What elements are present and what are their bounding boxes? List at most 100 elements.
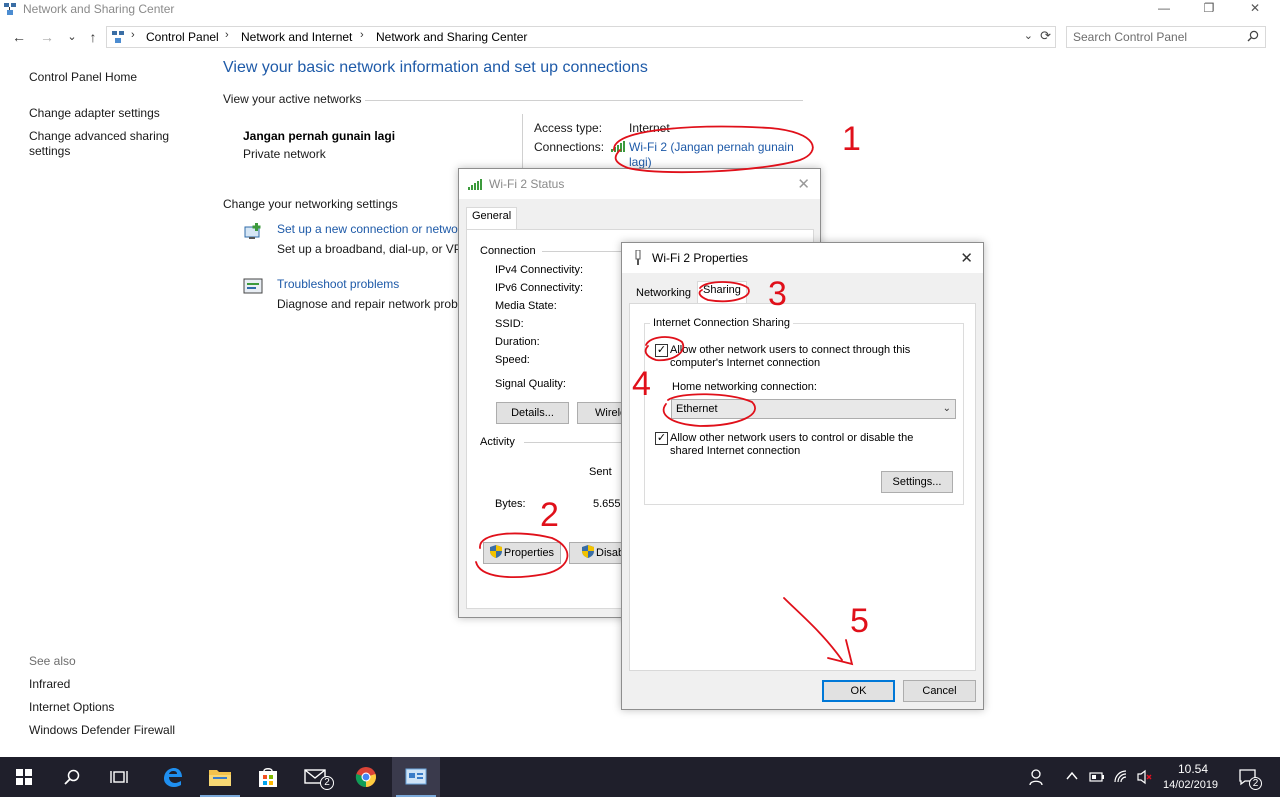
chevron-up-icon[interactable] bbox=[1066, 771, 1078, 781]
search-icon[interactable] bbox=[1247, 30, 1259, 42]
speed-label: Speed: bbox=[495, 354, 530, 366]
title-bar: Network and Sharing Center — ❐ ✕ bbox=[0, 0, 1280, 18]
edge-taskbar-button[interactable] bbox=[148, 757, 196, 797]
settings-button[interactable]: Settings... bbox=[881, 471, 953, 493]
see-also-header: See also bbox=[29, 654, 76, 668]
allow-control-checkbox[interactable]: ✓ bbox=[655, 432, 668, 445]
close-button[interactable]: ✕ bbox=[1232, 0, 1278, 18]
mail-badge: 2 bbox=[320, 776, 334, 790]
wifi-connection-link[interactable]: Wi-Fi 2 (Jangan pernah gunain bbox=[629, 140, 794, 154]
network-name: Jangan pernah gunain lagi bbox=[243, 129, 396, 143]
wifi-connection-link-continued[interactable]: lagi) bbox=[629, 155, 652, 169]
battery-icon[interactable] bbox=[1089, 771, 1105, 783]
task-view-icon bbox=[110, 771, 128, 783]
refresh-icon[interactable]: ⟳ bbox=[1040, 28, 1051, 44]
cancel-button[interactable]: Cancel bbox=[903, 680, 976, 702]
new-connection-icon bbox=[244, 223, 261, 239]
network-category[interactable]: Private network bbox=[243, 147, 326, 161]
troubleshoot-problems-description: Diagnose and repair network probl bbox=[277, 297, 461, 311]
breadcrumb-control-panel[interactable]: Control Panel bbox=[146, 30, 219, 44]
task-view-button[interactable] bbox=[96, 757, 144, 797]
sharing-panel: Internet Connection Sharing ✓ Allow othe… bbox=[629, 303, 976, 671]
search-input[interactable] bbox=[1073, 29, 1243, 45]
breadcrumb-separator: › bbox=[225, 29, 229, 41]
clock-date[interactable]: 14/02/2019 bbox=[1163, 779, 1218, 791]
restore-button[interactable]: ❐ bbox=[1186, 0, 1232, 18]
windows-defender-firewall-link[interactable]: Windows Defender Firewall bbox=[29, 723, 175, 738]
connection-header: Connection bbox=[480, 245, 536, 257]
notification-badge: 2 bbox=[1249, 777, 1262, 790]
taskbar: 2 2 bbox=[0, 757, 1280, 797]
connections-label: Connections: bbox=[534, 140, 605, 154]
duration-label: Duration: bbox=[495, 336, 540, 348]
window-title: Network and Sharing Center bbox=[23, 2, 175, 16]
close-icon[interactable]: ✕ bbox=[960, 249, 973, 267]
media-state-label: Media State: bbox=[495, 300, 557, 312]
ipv4-connectivity-label: IPv4 Connectivity: bbox=[495, 264, 584, 276]
shield-icon bbox=[489, 545, 502, 558]
internet-options-link[interactable]: Internet Options bbox=[29, 700, 114, 715]
folder-icon bbox=[209, 770, 231, 786]
chrome-icon bbox=[355, 767, 376, 788]
recent-locations-button[interactable]: ⌄ bbox=[63, 29, 81, 45]
dialog-title: Wi-Fi 2 Properties bbox=[652, 251, 749, 265]
troubleshoot-problems-link[interactable]: Troubleshoot problems bbox=[277, 277, 399, 291]
ok-button[interactable]: OK bbox=[822, 680, 895, 702]
breadcrumb-separator: › bbox=[131, 29, 135, 41]
store-taskbar-button[interactable] bbox=[244, 757, 292, 797]
properties-button[interactable]: Properties bbox=[483, 542, 561, 564]
breadcrumb-separator: › bbox=[360, 29, 364, 41]
forward-button[interactable]: → bbox=[38, 29, 56, 45]
dialog-title-bar: Wi-Fi 2 Status ✕ bbox=[459, 169, 820, 199]
address-dropdown-icon[interactable]: ⌄ bbox=[1024, 29, 1033, 42]
setup-new-connection-description: Set up a broadband, dial-up, or VP bbox=[277, 242, 462, 256]
dialog-title: Wi-Fi 2 Status bbox=[489, 177, 565, 191]
address-bar[interactable]: › Control Panel › Network and Internet ›… bbox=[106, 26, 1056, 48]
access-type-label: Access type: bbox=[534, 121, 603, 135]
change-advanced-sharing-settings-link[interactable]: Change advanced sharing settings bbox=[29, 129, 179, 159]
start-button[interactable] bbox=[0, 757, 48, 797]
control-panel-icon bbox=[405, 768, 427, 785]
volume-muted-icon[interactable] bbox=[1136, 769, 1154, 785]
infrared-link[interactable]: Infrared bbox=[29, 677, 70, 692]
network-adapter-icon bbox=[635, 250, 641, 265]
control-panel-taskbar-button[interactable] bbox=[392, 757, 440, 797]
allow-connect-checkbox[interactable]: ✓ bbox=[655, 344, 668, 357]
search-box[interactable] bbox=[1066, 26, 1266, 48]
search-icon bbox=[64, 769, 80, 785]
change-settings-header: Change your networking settings bbox=[223, 197, 398, 211]
change-adapter-settings-link[interactable]: Change adapter settings bbox=[29, 106, 160, 121]
tab-networking[interactable]: Networking bbox=[631, 285, 696, 301]
allow-control-label-continued: shared Internet connection bbox=[670, 445, 801, 457]
control-panel-icon bbox=[112, 31, 124, 43]
wifi-icon[interactable] bbox=[1113, 769, 1129, 785]
ssid-label: SSID: bbox=[495, 318, 524, 330]
wifi-signal-icon bbox=[468, 179, 482, 190]
file-explorer-taskbar-button[interactable] bbox=[196, 757, 244, 797]
back-button[interactable]: ← bbox=[10, 29, 28, 45]
home-networking-connection-select[interactable]: Ethernet ⌄ bbox=[671, 399, 956, 419]
divider bbox=[365, 100, 803, 101]
activity-header: Activity bbox=[480, 436, 515, 448]
wifi-signal-icon bbox=[611, 141, 625, 152]
internet-connection-sharing-header: Internet Connection Sharing bbox=[650, 317, 793, 329]
tab-sharing[interactable]: Sharing bbox=[697, 281, 747, 303]
tab-general[interactable]: General bbox=[466, 207, 518, 229]
setup-new-connection-link[interactable]: Set up a new connection or networ bbox=[277, 222, 462, 236]
details-button[interactable]: Details... bbox=[496, 402, 569, 424]
breadcrumb-network-and-internet[interactable]: Network and Internet bbox=[241, 30, 352, 44]
close-icon[interactable]: ✕ bbox=[797, 175, 810, 193]
minimize-button[interactable]: — bbox=[1141, 0, 1187, 18]
clock-time[interactable]: 10.54 bbox=[1178, 762, 1208, 776]
mail-taskbar-button[interactable]: 2 bbox=[294, 757, 342, 797]
chrome-taskbar-button[interactable] bbox=[342, 757, 390, 797]
bytes-label: Bytes: bbox=[495, 498, 526, 510]
up-button[interactable]: ↑ bbox=[84, 29, 102, 45]
access-type-value: Internet bbox=[629, 121, 670, 135]
allow-connect-label: Allow other network users to connect thr… bbox=[670, 344, 911, 356]
control-panel-home-link[interactable]: Control Panel Home bbox=[29, 70, 137, 85]
edge-icon bbox=[164, 768, 182, 787]
breadcrumb-network-and-sharing-center[interactable]: Network and Sharing Center bbox=[376, 30, 527, 44]
people-icon[interactable] bbox=[1029, 768, 1045, 786]
search-taskbar-button[interactable] bbox=[48, 757, 96, 797]
